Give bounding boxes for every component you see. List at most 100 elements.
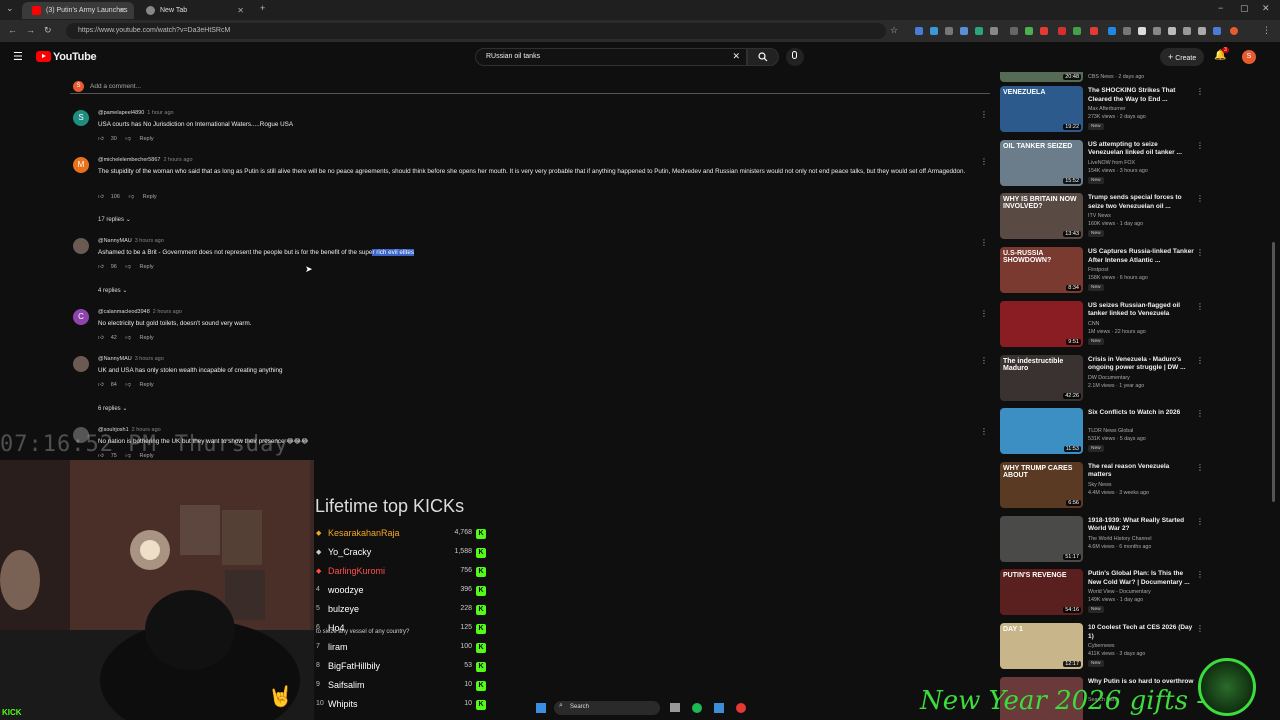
extension-icon[interactable] — [1010, 27, 1018, 35]
recommended-video[interactable]: The indestructible Maduro 42:26 Crisis in … — [1000, 354, 1210, 407]
dislike-icon[interactable]: 👎︎ — [125, 136, 131, 142]
video-more-icon[interactable]: ⋮ — [1196, 409, 1204, 418]
back-icon[interactable]: ← — [8, 25, 17, 35]
video-title[interactable]: The SHOCKING Strikes That Cleared the Wa… — [1088, 87, 1194, 104]
extension-icon[interactable] — [1138, 27, 1146, 35]
youtube-logo-icon[interactable] — [36, 51, 51, 62]
comment-avatar[interactable]: M — [73, 157, 89, 173]
like-icon[interactable]: 👍︎ — [98, 264, 104, 270]
video-more-icon[interactable]: ⋮ — [1196, 570, 1204, 579]
video-thumbnail[interactable]: VENEZUELA 19:22 — [1000, 86, 1083, 132]
dislike-icon[interactable]: 👎︎ — [125, 335, 131, 341]
app-icon[interactable] — [714, 703, 724, 713]
video-channel[interactable]: DW Documentary — [1088, 375, 1130, 381]
extension-icon[interactable] — [975, 27, 983, 35]
video-channel[interactable]: Cybernews — [1088, 643, 1115, 649]
comment-avatar[interactable] — [73, 238, 89, 254]
recommended-video[interactable]: 51:17 1918-1939: What Really Started Worl… — [1000, 515, 1210, 568]
comment-author[interactable]: @calanmacleod3948 2 hours ago — [98, 309, 182, 315]
like-icon[interactable]: 👍︎ — [98, 335, 104, 341]
add-comment-row[interactable]: S Add a comment... — [70, 80, 990, 94]
hamburger-menu-icon[interactable]: ☰ — [13, 50, 23, 63]
chrome-icon[interactable] — [736, 703, 746, 713]
video-more-icon[interactable]: ⋮ — [1196, 356, 1204, 365]
comment-more-icon[interactable]: ⋮ — [980, 157, 988, 166]
extension-icon[interactable] — [1073, 27, 1081, 35]
comment-avatar[interactable]: C — [73, 309, 89, 325]
extension-icon[interactable] — [1153, 27, 1161, 35]
extension-icon[interactable] — [960, 27, 968, 35]
video-thumbnail[interactable]: OIL TANKER SEIZED 15:52 — [1000, 139, 1083, 186]
recommended-video[interactable]: 9:51 US seizes Russian-flagged oil tanker… — [1000, 300, 1210, 353]
video-more-icon[interactable]: ⋮ — [1196, 302, 1204, 311]
extension-icon[interactable] — [1058, 27, 1066, 35]
comment-more-icon[interactable]: ⋮ — [980, 356, 988, 365]
search-input[interactable]: RUssian oil tanks ✕ — [475, 48, 747, 66]
reload-icon[interactable]: ↻ — [44, 25, 52, 36]
video-thumbnail[interactable]: 51:17 — [1000, 515, 1083, 562]
voice-search-button[interactable] — [786, 48, 804, 66]
video-channel[interactable]: CNN — [1088, 321, 1099, 327]
account-avatar[interactable]: S — [1242, 50, 1256, 64]
close-tab-icon[interactable]: ✕ — [119, 6, 126, 15]
video-title[interactable]: Crisis in Venezuela - Maduro's ongoing p… — [1088, 356, 1194, 373]
video-channel[interactable]: TLDR News Global — [1088, 428, 1133, 434]
clear-search-icon[interactable]: ✕ — [732, 51, 740, 62]
extension-icon[interactable] — [1123, 27, 1131, 35]
comment-avatar[interactable] — [73, 356, 89, 372]
bookmark-star-icon[interactable]: ☆ — [890, 25, 898, 36]
comment-more-icon[interactable]: ⋮ — [980, 238, 988, 247]
comment-more-icon[interactable]: ⋮ — [980, 309, 988, 318]
video-channel[interactable]: Firstpost — [1088, 267, 1108, 273]
extension-icon[interactable] — [915, 27, 923, 35]
extension-icon[interactable] — [1040, 27, 1048, 35]
video-more-icon[interactable]: ⋮ — [1196, 624, 1204, 633]
like-icon[interactable]: 👍︎ — [98, 136, 104, 142]
video-more-icon[interactable]: ⋮ — [1196, 194, 1204, 203]
windows-start-icon[interactable] — [536, 703, 546, 713]
extension-icon[interactable] — [990, 27, 998, 35]
close-window-icon[interactable]: ✕ — [1262, 3, 1270, 14]
video-thumbnail[interactable]: PUTIN'S REVENGE 54:16 — [1000, 569, 1083, 616]
video-channel[interactable]: The World History Channel — [1088, 536, 1152, 542]
new-tab-icon[interactable]: + — [260, 3, 265, 13]
extension-icon[interactable] — [945, 27, 953, 35]
close-tab-icon[interactable]: ✕ — [237, 6, 244, 15]
video-more-icon[interactable]: ⋮ — [1196, 248, 1204, 257]
video-more-icon[interactable]: ⋮ — [1196, 87, 1204, 96]
recommended-video[interactable]: U.S-RUSSIA SHOWDOWN? 8:34 US Captures Russ… — [1000, 247, 1210, 299]
tab-menu-icon[interactable]: ⌄ — [6, 3, 14, 14]
tab-new-tab[interactable]: New Tab ✕ — [136, 2, 252, 19]
video-title[interactable]: The real reason Venezuela matters — [1088, 463, 1194, 480]
spotify-icon[interactable] — [692, 703, 702, 713]
video-channel[interactable]: ITV News — [1088, 213, 1111, 219]
replies-toggle[interactable]: 17 replies ⌄ — [98, 216, 131, 223]
comment-author[interactable]: @pamelapeel4890 1 hour ago — [98, 110, 174, 116]
video-title[interactable]: 10 Coolest Tech at CES 2026 (Day 1) — [1088, 624, 1194, 641]
profile-avatar-icon[interactable] — [1230, 27, 1238, 35]
search-button[interactable] — [747, 48, 779, 66]
scrollbar[interactable] — [1272, 242, 1275, 502]
comment-more-icon[interactable]: ⋮ — [980, 110, 988, 119]
taskbar-search[interactable]: ⌕ Search — [554, 701, 660, 715]
reply-button[interactable]: Reply — [140, 264, 154, 270]
comment-avatar[interactable]: S — [73, 110, 89, 126]
video-title[interactable]: Why Putin is so hard to overthrow — [1088, 678, 1194, 687]
dislike-icon[interactable]: 👎︎ — [125, 382, 131, 388]
comment-author[interactable]: @NannyMAU 3 hours ago — [98, 356, 164, 362]
reply-button[interactable]: Reply — [140, 382, 154, 388]
tab-youtube[interactable]: (3) Putin's Army Launches ✕ — [22, 2, 134, 19]
reply-button[interactable]: Reply — [143, 194, 157, 200]
browser-menu-icon[interactable]: ⋮ — [1262, 25, 1271, 36]
extension-icon[interactable] — [1025, 27, 1033, 35]
video-title[interactable]: US seizes Russian-flagged oil tanker lin… — [1088, 302, 1194, 319]
video-channel[interactable]: Max Afterburner — [1088, 106, 1126, 112]
extension-icon[interactable] — [1090, 27, 1098, 35]
recommended-video[interactable]: WHY IS BRITAIN NOW INVOLVED? 13:43 Trump s… — [1000, 193, 1210, 245]
extension-icon[interactable] — [1213, 27, 1221, 35]
create-button[interactable]: + Create — [1160, 48, 1204, 66]
video-thumbnail[interactable]: U.S-RUSSIA SHOWDOWN? 8:34 — [1000, 247, 1083, 294]
extension-icon[interactable] — [1108, 27, 1116, 35]
comment-author[interactable]: @michelelembecher5867 2 hours ago — [98, 157, 193, 163]
video-thumbnail[interactable]: 9:51 — [1000, 300, 1083, 347]
